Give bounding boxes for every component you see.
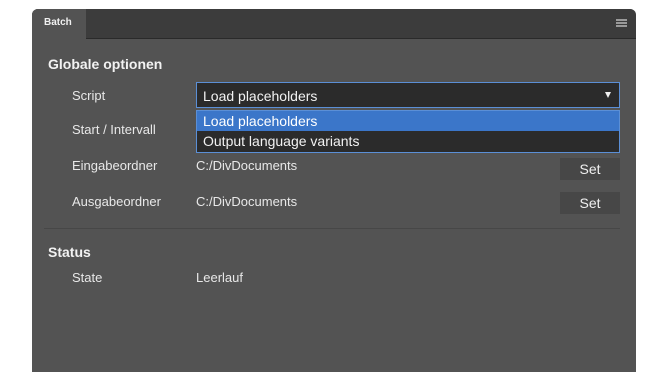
- batch-panel: Batch Globale optionen Script Load place…: [32, 9, 636, 372]
- script-select[interactable]: Load placeholders: [196, 82, 620, 108]
- output-folder-set-button[interactable]: Set: [560, 192, 620, 214]
- state-label: State: [72, 270, 103, 285]
- panel-tabbar: Batch: [32, 9, 636, 39]
- tab-batch[interactable]: Batch: [32, 9, 86, 39]
- section-divider: [44, 228, 620, 229]
- script-option-output-language-variants[interactable]: Output language variants: [197, 131, 619, 151]
- input-folder-set-button[interactable]: Set: [560, 158, 620, 180]
- input-folder-label: Eingabeordner: [72, 158, 158, 173]
- output-folder-value: C:/DivDocuments: [196, 194, 298, 209]
- script-label: Script: [72, 88, 106, 103]
- section-title-global: Globale optionen: [48, 56, 163, 72]
- script-dropdown-list: Load placeholders Output language varian…: [196, 110, 620, 153]
- output-folder-label: Ausgabeordner: [72, 194, 161, 209]
- script-option-load-placeholders[interactable]: Load placeholders: [197, 111, 619, 131]
- section-title-status: Status: [48, 244, 91, 260]
- start-interval-label: Start / Intervall: [72, 122, 156, 137]
- script-select-value: Load placeholders: [203, 88, 318, 104]
- panel-menu-icon[interactable]: [616, 19, 627, 27]
- state-value: Leerlauf: [196, 270, 243, 285]
- caret-down-icon: [605, 92, 611, 98]
- input-folder-value: C:/DivDocuments: [196, 158, 298, 173]
